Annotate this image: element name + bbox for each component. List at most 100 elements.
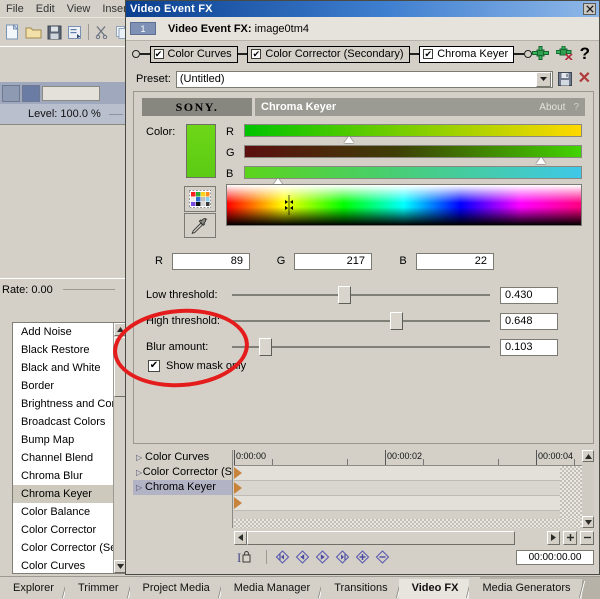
fx-list-item[interactable]: Black and White: [13, 359, 114, 377]
tab-video-fx[interactable]: Video FX: [399, 579, 470, 599]
help-icon[interactable]: ?: [580, 47, 590, 61]
open-folder-icon[interactable]: [24, 22, 43, 42]
keyframe-track-row[interactable]: [234, 496, 582, 511]
color-spectrum-picker[interactable]: [226, 184, 582, 226]
show-mask-only-row[interactable]: ✔ Show mask only: [148, 360, 246, 372]
new-document-icon[interactable]: [4, 22, 21, 42]
eyedropper-icon[interactable]: [184, 213, 216, 238]
tab-explorer[interactable]: Explorer: [0, 579, 65, 599]
keyframe-track-row[interactable]: [234, 481, 582, 496]
timeline-ruler[interactable]: 0:00:0000:00:0200:00:0400:: [234, 450, 582, 466]
zoom-out-icon[interactable]: [580, 531, 594, 545]
chain-checkbox-color-curves[interactable]: ✔: [154, 49, 164, 59]
preset-combobox[interactable]: (Untitled): [176, 71, 553, 88]
tab-project-media[interactable]: Project Media: [130, 579, 221, 599]
track-mute-button[interactable]: [2, 85, 20, 102]
add-plugin-icon[interactable]: [532, 46, 549, 63]
low-threshold-slider[interactable]: [232, 285, 490, 305]
chain-node-chroma-keyer[interactable]: ✔ Chroma Keyer: [419, 46, 514, 63]
expand-triangle-icon[interactable]: ▷: [136, 450, 145, 465]
previous-keyframe-icon[interactable]: [295, 550, 310, 565]
keyframe-row-color-corrector-s[interactable]: ▷Color Corrector (S: [133, 465, 232, 480]
fx-list-item[interactable]: Channel Blend: [13, 449, 114, 467]
lock-keyframes-icon[interactable]: I: [237, 550, 257, 565]
high-threshold-thumb[interactable]: [390, 312, 403, 330]
properties-icon[interactable]: [66, 22, 83, 42]
keyframe-marker-icon[interactable]: [234, 497, 242, 509]
chevron-down-icon[interactable]: [536, 72, 551, 87]
channel-gradient-g[interactable]: [244, 145, 582, 158]
zoom-in-icon[interactable]: [563, 531, 577, 545]
add-keyframe-icon[interactable]: [355, 550, 370, 565]
rate-slider[interactable]: [63, 289, 115, 290]
fx-list-item[interactable]: Color Balance: [13, 503, 114, 521]
tab-media-generators[interactable]: Media Generators: [469, 579, 581, 599]
blur-amount-thumb[interactable]: [259, 338, 272, 356]
fx-list-item[interactable]: Border: [13, 377, 114, 395]
tab-trimmer[interactable]: Trimmer: [65, 579, 130, 599]
channel-gradient-b[interactable]: [244, 166, 582, 179]
high-threshold-value[interactable]: 0.648: [500, 313, 558, 330]
tab-media-manager[interactable]: Media Manager: [221, 579, 321, 599]
fx-list-item[interactable]: Brightness and Contras: [13, 395, 114, 413]
timecode-display[interactable]: 00:00:00.00: [516, 550, 594, 565]
next-keyframe-icon[interactable]: [315, 550, 330, 565]
track-name-field[interactable]: [42, 86, 100, 101]
fx-list-item[interactable]: Bump Map: [13, 431, 114, 449]
keyframe-row-color-curves[interactable]: ▷Color Curves: [133, 450, 232, 465]
channel-marker-r[interactable]: [344, 136, 354, 143]
track-number-button[interactable]: [22, 85, 40, 102]
level-slider[interactable]: [109, 114, 123, 115]
plugin-help-icon[interactable]: ?: [573, 102, 579, 113]
fx-list-item[interactable]: Chroma Blur: [13, 467, 114, 485]
low-threshold-thumb[interactable]: [338, 286, 351, 304]
keyframe-marker-icon[interactable]: [234, 467, 242, 479]
menu-item-view[interactable]: View: [61, 2, 97, 16]
remove-plugin-icon[interactable]: [556, 46, 573, 63]
show-mask-only-checkbox[interactable]: ✔: [148, 360, 160, 372]
expand-triangle-icon[interactable]: ▷: [136, 480, 145, 495]
chain-node-color-curves[interactable]: ✔ Color Curves: [150, 46, 238, 63]
blur-amount-value[interactable]: 0.103: [500, 339, 558, 356]
close-icon[interactable]: [583, 3, 596, 15]
current-color-swatch[interactable]: [186, 124, 216, 178]
rgb-input-r[interactable]: 89: [172, 253, 250, 270]
horizontal-scroll-thumb[interactable]: [247, 531, 515, 545]
keyframe-vertical-scrollbar[interactable]: [582, 450, 594, 528]
fx-list-item[interactable]: Color Corrector: [13, 521, 114, 539]
fx-list-item[interactable]: Color Curves: [13, 557, 114, 574]
fx-list-item[interactable]: Broadcast Colors: [13, 413, 114, 431]
channel-gradient-r[interactable]: [244, 124, 582, 137]
scroll-left-icon[interactable]: [234, 531, 247, 545]
fx-list-item[interactable]: Black Restore: [13, 341, 114, 359]
fx-list-item[interactable]: Color Corrector (Secon: [13, 539, 114, 557]
dialog-title-bar[interactable]: Video Event FX: [126, 1, 599, 17]
keyframe-horizontal-scrollbar[interactable]: [234, 530, 594, 545]
channel-marker-g[interactable]: [536, 157, 546, 164]
tab-transitions[interactable]: Transitions: [321, 579, 398, 599]
scroll-up-icon[interactable]: [582, 450, 594, 462]
remove-keyframe-icon[interactable]: [375, 550, 390, 565]
color-palette-icon[interactable]: [184, 186, 216, 212]
video-fx-list[interactable]: Add NoiseBlack RestoreBlack and WhiteBor…: [12, 322, 127, 574]
rgb-input-b[interactable]: 22: [416, 253, 494, 270]
keyframe-marker-icon[interactable]: [234, 482, 242, 494]
expand-triangle-icon[interactable]: ▷: [136, 465, 143, 480]
menu-item-edit[interactable]: Edit: [30, 2, 61, 16]
high-threshold-slider[interactable]: [232, 311, 490, 331]
chain-checkbox-chroma-keyer[interactable]: ✔: [423, 49, 433, 59]
last-keyframe-icon[interactable]: [335, 550, 350, 565]
scroll-right-icon[interactable]: [547, 531, 560, 545]
chain-node-color-corrector-secondary[interactable]: ✔ Color Corrector (Secondary): [247, 46, 409, 63]
first-keyframe-icon[interactable]: [275, 550, 290, 565]
scroll-down-icon[interactable]: [582, 516, 594, 528]
rgb-input-g[interactable]: 217: [294, 253, 372, 270]
save-preset-icon[interactable]: [558, 72, 573, 86]
delete-preset-icon[interactable]: ✕: [578, 72, 591, 86]
keyframe-row-chroma-keyer[interactable]: ▷Chroma Keyer: [133, 480, 232, 495]
fx-list-item[interactable]: Add Noise: [13, 323, 114, 341]
keyframe-track-row[interactable]: [234, 466, 582, 481]
cut-scissors-icon[interactable]: [94, 22, 111, 42]
menu-item-file[interactable]: File: [0, 2, 30, 16]
low-threshold-value[interactable]: 0.430: [500, 287, 558, 304]
